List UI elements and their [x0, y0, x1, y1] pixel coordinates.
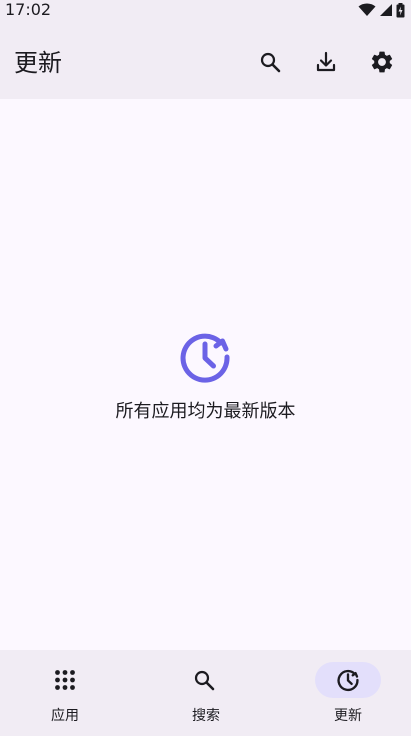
download-icon: [316, 51, 336, 72]
status-bar: 17:02: [0, 0, 411, 22]
wifi-icon: [358, 3, 376, 16]
apps-grid-icon: [55, 670, 75, 690]
search-icon: [194, 670, 215, 691]
nav-label: 搜索: [192, 708, 220, 724]
search-icon: [260, 52, 281, 73]
update-clock-icon: [180, 333, 230, 383]
settings-button[interactable]: [366, 46, 398, 78]
download-button[interactable]: [310, 46, 342, 78]
nav-item-search[interactable]: 搜索: [137, 650, 274, 736]
nav-item-updates[interactable]: 更新: [274, 650, 411, 736]
status-time: 17:02: [5, 0, 52, 19]
top-app-bar: 更新: [0, 22, 411, 99]
settings-gear-icon: [371, 51, 393, 73]
nav-label: 应用: [51, 708, 79, 724]
nav-label: 更新: [334, 708, 362, 724]
nav-indicator: [171, 662, 237, 698]
bottom-navigation: 应用 搜索 更新: [0, 650, 411, 736]
nav-item-apps[interactable]: 应用: [0, 650, 137, 736]
empty-state-message: 所有应用均为最新版本: [115, 401, 296, 422]
updates-content: 所有应用均为最新版本: [0, 99, 411, 650]
search-button[interactable]: [254, 46, 286, 78]
status-icons: [358, 2, 405, 18]
page-title: 更新: [14, 49, 62, 77]
update-clock-icon: [337, 669, 359, 692]
cellular-signal-icon: [380, 4, 392, 16]
battery-charging-icon: [396, 2, 405, 17]
nav-indicator: [32, 662, 98, 698]
nav-active-indicator: [315, 662, 381, 698]
